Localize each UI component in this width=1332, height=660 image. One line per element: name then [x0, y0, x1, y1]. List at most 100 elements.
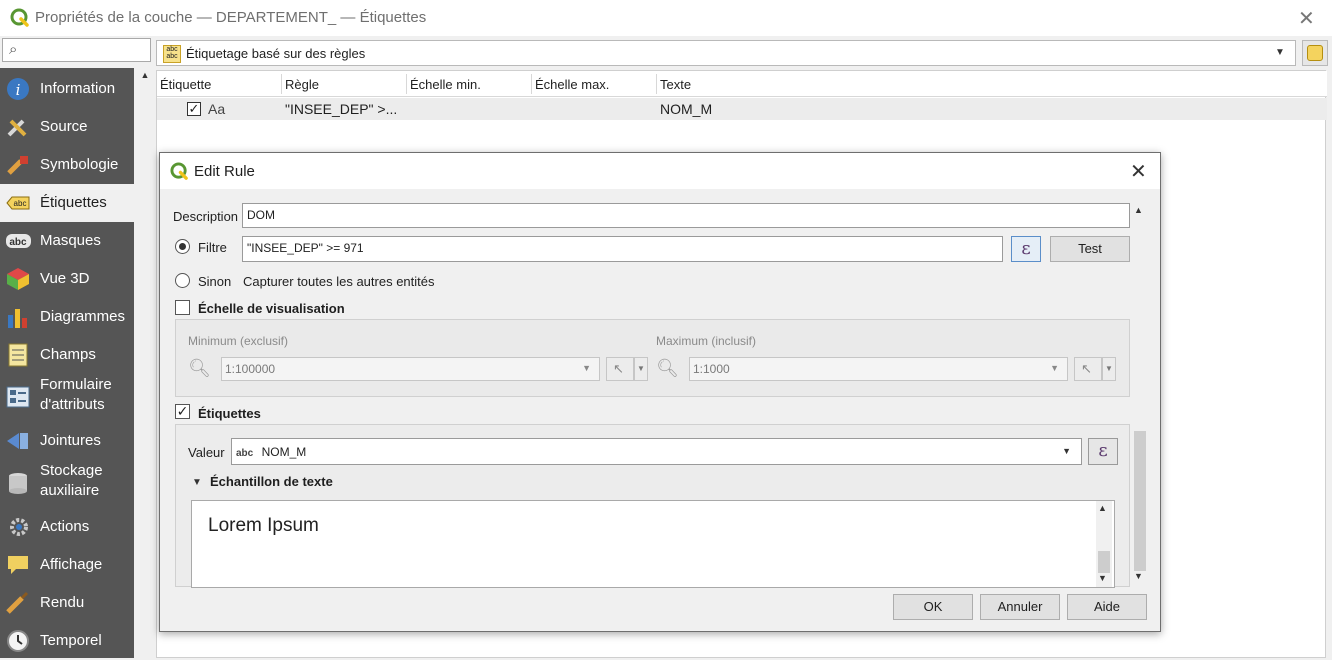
- sidebar-item-jointures[interactable]: Jointures: [0, 422, 134, 460]
- sidebar-item-masques[interactable]: abc Masques: [0, 222, 134, 260]
- sidebar-item-actions[interactable]: Actions: [0, 508, 134, 546]
- sidebar-item-formulaire[interactable]: Formulaire d'attributs: [0, 374, 134, 420]
- help-button[interactable]: Aide: [1067, 594, 1147, 620]
- sample-text: Lorem Ipsum: [208, 515, 319, 536]
- scrollbar-thumb[interactable]: [1134, 431, 1146, 571]
- labeling-mode-label: Étiquetage basé sur des règles: [186, 46, 366, 61]
- sidebar-item-label: Affichage: [40, 556, 103, 573]
- scale-max-combo[interactable]: 1:1000 ▼: [689, 357, 1068, 381]
- sidebar-item-stockage[interactable]: Stockage auxiliaire: [0, 460, 134, 506]
- sample-scrollbar[interactable]: ▲ ▼: [1096, 501, 1112, 587]
- text-sample-preview: Lorem Ipsum ▲ ▼: [191, 500, 1115, 588]
- filter-radio[interactable]: [175, 239, 190, 254]
- column-header-texte[interactable]: Texte: [657, 74, 857, 94]
- dialog-close-icon[interactable]: ✕: [1130, 159, 1147, 184]
- sidebar-item-etiquettes[interactable]: abc Étiquettes: [0, 184, 134, 222]
- scale-min-picker-dropdown[interactable]: ▼: [634, 357, 648, 381]
- sidebar-item-label: Rendu: [40, 594, 85, 611]
- cursor-select-icon: ↖: [1081, 361, 1092, 376]
- scrollbar-thumb[interactable]: [1098, 551, 1110, 573]
- value-expression-builder-icon[interactable]: ε: [1088, 438, 1118, 465]
- labels-checkbox[interactable]: ✓: [175, 404, 190, 419]
- cancel-button[interactable]: Annuler: [980, 594, 1060, 620]
- auto-placement-button[interactable]: [1302, 40, 1328, 66]
- svg-text:abc: abc: [9, 237, 27, 248]
- qgis-logo-icon: [170, 162, 188, 180]
- labels-section-title: Étiquettes: [198, 406, 261, 421]
- rule-expression-cell: "INSEE_DEP" >...: [285, 101, 398, 117]
- paintbrush-icon: [7, 156, 28, 175]
- scroll-up-icon[interactable]: ▲: [1098, 503, 1107, 513]
- sidebar-item-label: Actions: [40, 518, 90, 535]
- value-field-combo[interactable]: abc NOM_M ▼: [231, 438, 1082, 465]
- labels-group: Valeur abc NOM_M ▼ ε ▼ Échantillon de te…: [175, 424, 1130, 588]
- sidebar-item-label: Formulaire d'attributs: [40, 376, 112, 413]
- chevron-down-icon: ▼: [1275, 47, 1285, 58]
- join-icon: [7, 433, 28, 449]
- collapse-triangle-icon[interactable]: ▼: [192, 477, 202, 488]
- sidebar-item-label: Étiquettes: [40, 194, 107, 211]
- label-preview: Aa: [208, 101, 226, 117]
- sidebar-item-label: Jointures: [40, 432, 101, 449]
- table-row[interactable]: ✓ Aa "INSEE_DEP" >... NOM_M: [157, 98, 1327, 120]
- filter-expression-input[interactable]: "INSEE_DEP" >= 971: [242, 236, 1003, 262]
- sidebar-item-symbologie[interactable]: Symbologie: [0, 146, 134, 184]
- search-icon: ⌕: [9, 41, 18, 58]
- scale-min-value: 1:100000: [225, 362, 276, 376]
- sidebar: i Information Source Symbologie abc Étiq…: [0, 68, 134, 658]
- scale-min-combo[interactable]: 1:100000 ▼: [221, 357, 600, 381]
- description-input[interactable]: DOM: [242, 203, 1130, 228]
- dialog-title: Edit Rule: [194, 163, 255, 180]
- brush-render-icon: [6, 591, 29, 614]
- source-tools-icon: [7, 119, 27, 137]
- rule-enabled-checkbox[interactable]: ✓: [187, 102, 201, 116]
- fields-icon: [8, 343, 28, 367]
- test-button[interactable]: Test: [1050, 236, 1130, 262]
- cube-3d-icon: [7, 268, 29, 290]
- value-label: Valeur: [188, 445, 225, 460]
- svg-text:abc: abc: [14, 199, 27, 208]
- sidebar-item-label: Masques: [40, 232, 101, 249]
- scale-max-picker-dropdown[interactable]: ▼: [1102, 357, 1116, 381]
- search-input[interactable]: ⌕: [2, 38, 151, 62]
- else-description: Capturer toutes les autres entités: [243, 274, 435, 289]
- ok-button[interactable]: OK: [893, 594, 973, 620]
- scale-section-title: Échelle de visualisation: [198, 301, 345, 316]
- scroll-down-icon[interactable]: ▼: [1098, 573, 1107, 583]
- scale-visibility-checkbox[interactable]: [175, 300, 190, 315]
- sidebar-item-diagrammes[interactable]: Diagrammes: [0, 298, 134, 336]
- sidebar-item-source[interactable]: Source: [0, 108, 134, 146]
- sidebar-item-vue-3d[interactable]: Vue 3D: [0, 260, 134, 298]
- cursor-select-icon: ↖: [613, 361, 624, 376]
- clock-icon: [7, 630, 29, 652]
- labeling-mode-combo[interactable]: abc abc Étiquetage basé sur des règles ▼: [156, 40, 1296, 66]
- column-header-echelle-max[interactable]: Échelle max.: [532, 74, 657, 94]
- chevron-down-icon: ▼: [1062, 446, 1071, 456]
- window-titlebar: Propriétés de la couche — DEPARTEMENT_ —…: [0, 0, 1332, 36]
- window-close-icon[interactable]: ✕: [1298, 6, 1315, 31]
- dialog-scrollbar[interactable]: ▲ ▼: [1132, 203, 1148, 587]
- column-header-echelle-min[interactable]: Échelle min.: [407, 74, 532, 94]
- value-field-name: NOM_M: [261, 445, 307, 459]
- sidebar-item-champs[interactable]: Champs: [0, 336, 134, 374]
- diagram-icon: [8, 309, 27, 328]
- sidebar-item-temporel[interactable]: Temporel: [0, 622, 134, 660]
- else-radio[interactable]: [175, 273, 190, 288]
- scroll-up-icon[interactable]: ▲: [1134, 205, 1143, 215]
- scale-max-map-picker[interactable]: ↖: [1074, 357, 1102, 381]
- qgis-logo-icon: [10, 8, 29, 27]
- scroll-down-icon[interactable]: ▼: [1134, 571, 1143, 581]
- sidebar-item-information[interactable]: i Information: [0, 70, 134, 108]
- scale-min-map-picker[interactable]: ↖: [606, 357, 634, 381]
- sidebar-splitter[interactable]: [134, 68, 156, 658]
- dialog-titlebar: Edit Rule ✕: [160, 153, 1160, 189]
- sidebar-item-rendu[interactable]: Rendu: [0, 584, 134, 622]
- column-header-etiquette[interactable]: Étiquette: [157, 74, 282, 94]
- description-label: Description: [173, 209, 239, 224]
- sidebar-item-affichage[interactable]: Affichage: [0, 546, 134, 584]
- filter-expression-builder-icon[interactable]: ε: [1011, 236, 1041, 262]
- sidebar-item-label: Champs: [40, 346, 96, 363]
- scroll-up-icon[interactable]: ▲: [136, 70, 154, 84]
- column-header-regle[interactable]: Règle: [282, 74, 407, 94]
- sidebar-item-label: Symbologie: [40, 156, 119, 173]
